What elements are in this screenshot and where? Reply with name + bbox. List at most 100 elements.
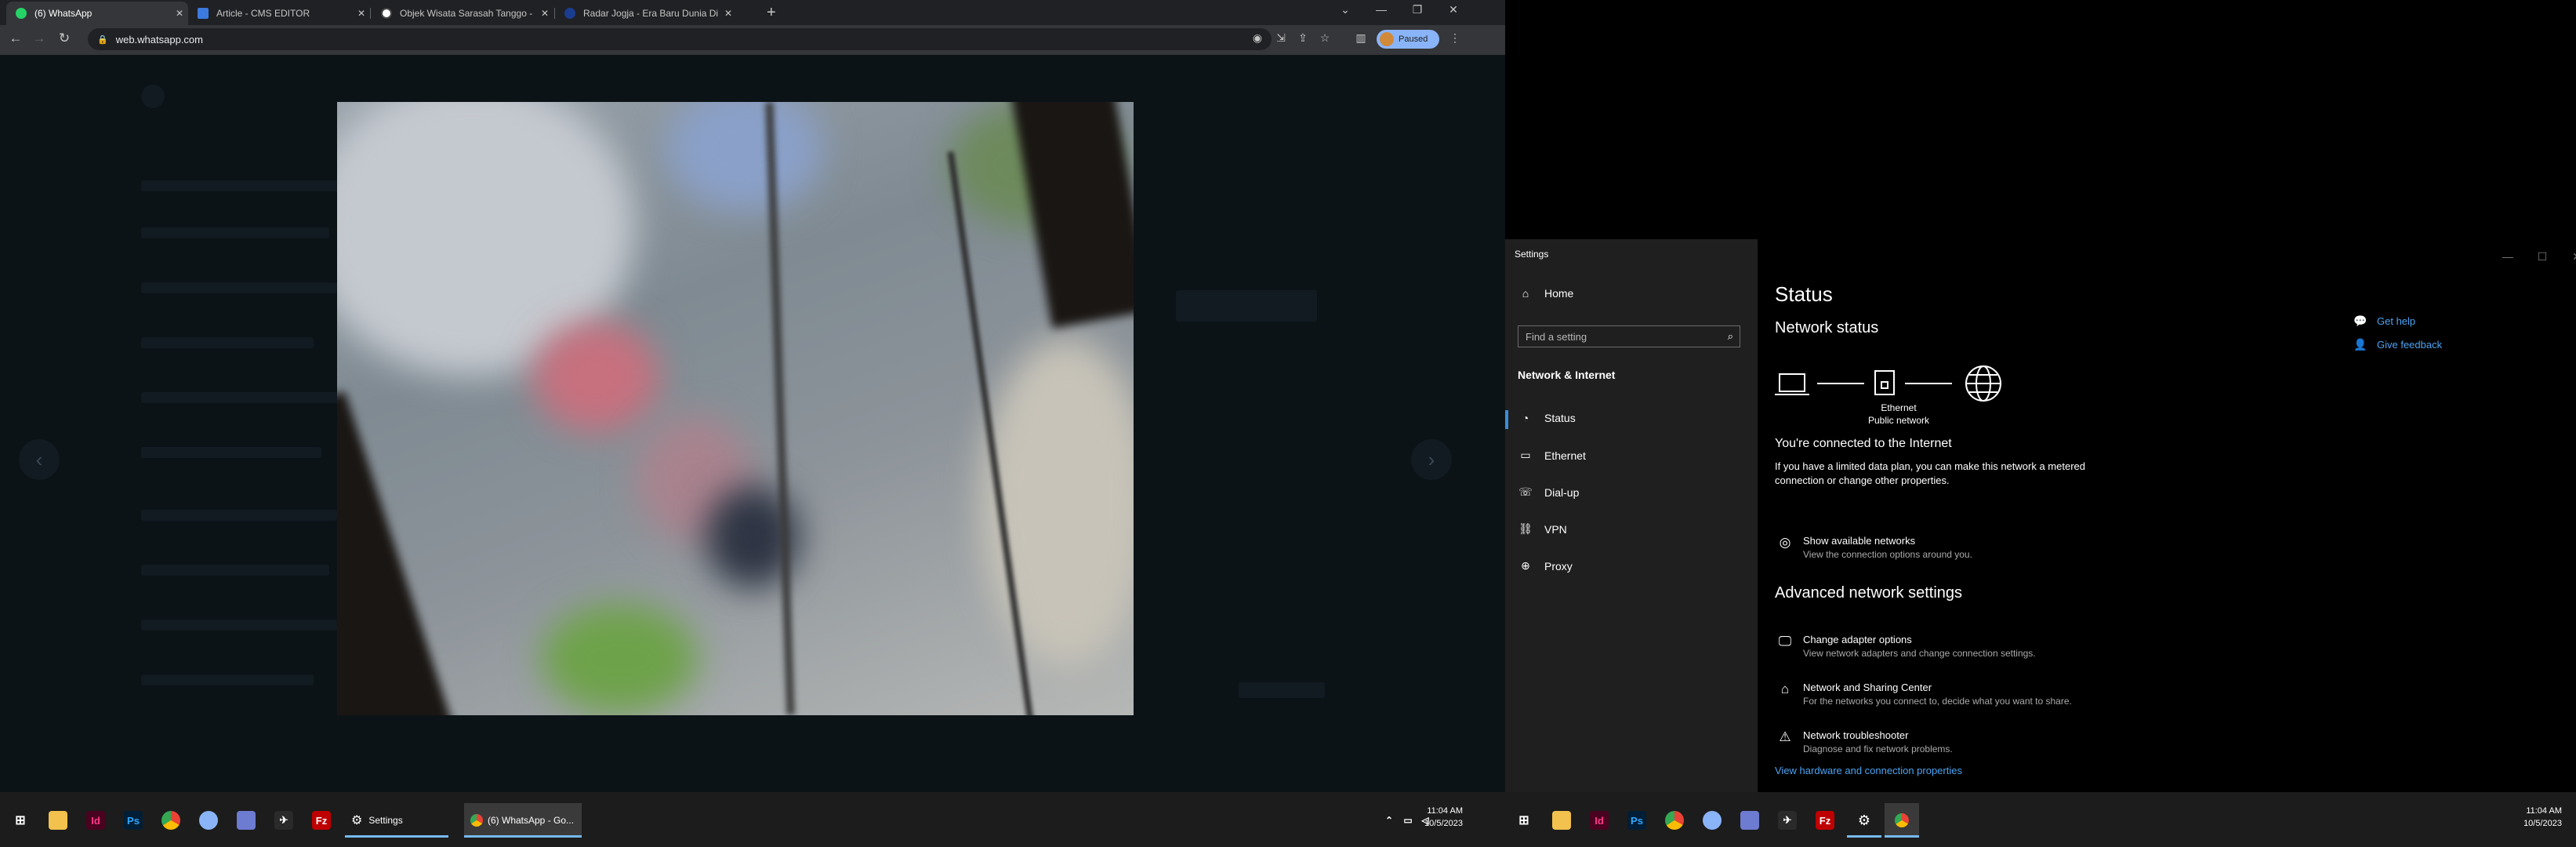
dialup-icon: ☏ — [1518, 485, 1533, 498]
photoshop-icon[interactable]: Ps — [124, 811, 143, 830]
site-icon — [381, 8, 392, 19]
taskbar-whatsapp-chrome[interactable]: (6) WhatsApp - Go... — [464, 803, 582, 838]
search-icon: ⌕ — [1727, 330, 1733, 342]
close-icon[interactable]: ✕ — [720, 8, 737, 19]
filezilla-icon[interactable]: Fz — [312, 811, 331, 830]
settings-window: Settings ⌂ Home Find a setting ⌕ Network… — [1505, 239, 2576, 792]
profile-status: Paused — [1399, 35, 1428, 44]
gear-icon: ⚙ — [1857, 812, 1871, 828]
windows-start-icon[interactable]: ⊞ — [1515, 811, 1533, 830]
chevron-up-icon[interactable]: ⌃ — [1380, 811, 1399, 830]
forward-icon[interactable]: → — [30, 31, 49, 46]
side-panel-icon[interactable]: ▥ — [1353, 31, 1369, 45]
networks-icon: ◎ — [1779, 535, 1791, 550]
menu-kebab-icon[interactable]: ⋮ — [1447, 31, 1463, 45]
gear-app-icon[interactable] — [199, 811, 218, 830]
restore-icon[interactable]: ❐ — [1402, 3, 1433, 16]
minimize-icon[interactable]: — — [1366, 3, 1397, 16]
tab-search-icon[interactable]: ⌄ — [1330, 3, 1361, 16]
share-icon[interactable]: ⇪ — [1295, 31, 1311, 45]
adapter-icon: 🖵 — [1778, 634, 1792, 649]
ethernet-icon: ▭ — [1520, 449, 1531, 461]
photoshop-icon[interactable]: Ps — [1627, 811, 1646, 830]
network-tray-icon[interactable]: ▭ — [1399, 811, 1417, 830]
address-bar[interactable]: 🔒 web.whatsapp.com — [88, 28, 1272, 50]
close-window-icon[interactable]: ✕ — [1438, 3, 1469, 16]
sidebar-item-proxy[interactable]: ⊕ Proxy — [1518, 559, 1573, 573]
url-text: web.whatsapp.com — [115, 33, 203, 45]
close-window-icon[interactable]: ✕ — [2565, 250, 2576, 264]
browser-toolbar: ← → ↻ 🔒 web.whatsapp.com ◉ ⇲ ⇪ ☆ ▥ Pause… — [0, 25, 1505, 55]
chrome-icon[interactable] — [1665, 811, 1684, 830]
taskbar-clock[interactable]: 11:04 AM 10/5/2023 — [2521, 805, 2562, 830]
feedback-icon: 👤 — [2353, 338, 2367, 351]
status-icon: ◔ — [1522, 412, 1529, 424]
gear-app-icon[interactable] — [1703, 811, 1722, 830]
previous-media-button[interactable]: ‹ — [19, 439, 60, 480]
tab-objek-wisata[interactable]: Objek Wisata Sarasah Tanggo - ✕ — [372, 2, 553, 25]
give-feedback-link[interactable]: 👤 Give feedback — [2353, 338, 2442, 351]
page-title: Status — [1775, 282, 1833, 306]
minimize-icon[interactable]: — — [2496, 250, 2520, 263]
sidebar-item-vpn[interactable]: ⛓ VPN — [1518, 522, 1567, 536]
windows-start-icon[interactable]: ⊞ — [11, 811, 30, 830]
reload-icon[interactable]: ↻ — [55, 31, 74, 46]
tab-radar-jogja[interactable]: Radar Jogja - Era Baru Dunia Di ✕ — [555, 2, 737, 25]
taskbar-settings-app[interactable]: ⚙ Settings — [345, 803, 448, 838]
settings-sidebar: Settings ⌂ Home Find a setting ⌕ Network… — [1505, 239, 1758, 792]
folder-icon[interactable] — [1552, 811, 1571, 830]
connection-status: You're connected to the Internet — [1775, 437, 1952, 450]
vpn-icon: ⛓ — [1518, 522, 1533, 535]
lock-icon: 🔒 — [97, 35, 108, 45]
new-tab-button[interactable]: + — [767, 4, 776, 22]
sidebar-item-dialup[interactable]: ☏ Dial-up — [1518, 485, 1579, 499]
indesign-icon[interactable]: Id — [1590, 811, 1609, 830]
network-troubleshooter[interactable]: ⚠ Network troubleshooter Diagnose and fi… — [1775, 729, 1952, 754]
network-sharing-center[interactable]: ⌂ Network and Sharing Center For the net… — [1775, 682, 2072, 707]
sidebar-item-ethernet[interactable]: ▭ Ethernet — [1518, 449, 1586, 462]
taskbar-chrome-app[interactable] — [1885, 803, 1919, 838]
find-setting-input[interactable]: Find a setting ⌕ — [1518, 325, 1740, 347]
close-icon[interactable]: ✕ — [353, 8, 370, 19]
install-icon[interactable]: ⇲ — [1273, 31, 1289, 45]
close-icon[interactable]: ✕ — [171, 8, 188, 19]
back-icon[interactable]: ← — [6, 31, 25, 46]
filezilla-icon[interactable]: Fz — [1816, 811, 1834, 830]
tab-title: Radar Jogja - Era Baru Dunia Di — [583, 8, 719, 19]
calculator-icon[interactable] — [237, 811, 256, 830]
settings-content: — ☐ ✕ Status Network status — [1758, 239, 2576, 792]
tab-title: Objek Wisata Sarasah Tanggo - — [400, 8, 533, 19]
cms-icon — [198, 8, 209, 19]
tab-whatsapp[interactable]: (6) WhatsApp ✕ — [6, 2, 188, 25]
get-help-link[interactable]: 💬 Get help — [2353, 314, 2415, 328]
show-available-networks[interactable]: ◎ Show available networks View the conne… — [1775, 535, 1972, 560]
chrome-icon[interactable] — [161, 811, 180, 830]
maximize-icon[interactable]: ☐ — [2531, 250, 2554, 264]
profile-button[interactable]: Paused — [1377, 30, 1439, 49]
acrobat-icon[interactable]: ✈ — [1778, 811, 1797, 830]
taskbar-clock[interactable]: 11:04 AM 10/5/2023 — [1422, 805, 1463, 830]
hardware-properties-link[interactable]: View hardware and connection properties — [1775, 765, 1962, 776]
sidebar-item-home[interactable]: ⌂ Home — [1518, 287, 1574, 300]
window-title: Settings — [1515, 249, 1549, 260]
sidebar-item-status[interactable]: ◔ Status — [1518, 412, 1576, 424]
taskbar-left-monitor: ⊞ Id Ps ✈ Fz ⚙ Settings (6) WhatsApp - G… — [0, 792, 1505, 847]
browser-tab-strip: (6) WhatsApp ✕ Article - CMS EDITOR ✕ Ob… — [0, 0, 1505, 25]
whatsapp-icon — [16, 8, 27, 19]
section-heading: Network & Internet — [1518, 369, 1616, 381]
right-monitor: Settings ⌂ Home Find a setting ⌕ Network… — [1505, 0, 2576, 847]
folder-icon[interactable] — [49, 811, 67, 830]
extension-icon[interactable]: ◉ — [1250, 31, 1265, 45]
bookmark-star-icon[interactable]: ☆ — [1317, 31, 1333, 45]
tab-title: Article - CMS EDITOR — [216, 8, 310, 19]
tab-cms-editor[interactable]: Article - CMS EDITOR ✕ — [188, 2, 370, 25]
selection-indicator — [1505, 410, 1508, 429]
calculator-icon[interactable] — [1740, 811, 1759, 830]
indesign-icon[interactable]: Id — [86, 811, 105, 830]
avatar — [1380, 32, 1394, 46]
close-icon[interactable]: ✕ — [536, 8, 553, 19]
change-adapter-options[interactable]: 🖵 Change adapter options View network ad… — [1775, 634, 2036, 659]
acrobat-icon[interactable]: ✈ — [274, 811, 293, 830]
taskbar-settings-app[interactable]: ⚙ — [1847, 803, 1881, 838]
next-media-button[interactable]: › — [1411, 439, 1452, 480]
